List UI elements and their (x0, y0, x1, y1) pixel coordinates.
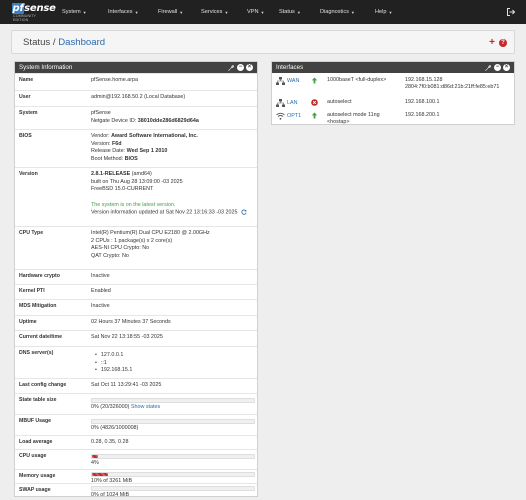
row-kernel-pti: Kernel PTI Enabled (15, 284, 257, 299)
caret-down-icon: ▼ (224, 9, 229, 15)
wrench-icon[interactable] (227, 64, 235, 72)
row-swap-usage: SWAP usage 0% of 1024 MiB (15, 483, 257, 498)
list-item: ::1 (91, 360, 255, 368)
row-current-datetime: Current date/time Sat Nov 22 13:18:55 -0… (15, 330, 257, 346)
wrench-icon[interactable] (484, 64, 492, 72)
row-mds-mitigation: MDS Mitigation Inactive (15, 299, 257, 315)
menu-services[interactable]: Services ▼ (201, 9, 247, 15)
interfaces-heading: Interfaces − × (272, 62, 514, 73)
show-states-link[interactable]: Show states (131, 404, 160, 410)
row-cpu-usage: CPU usage 4% (15, 449, 257, 469)
arrow-up-icon (311, 112, 318, 119)
close-icon[interactable]: × (246, 64, 253, 71)
row-last-config-change: Last config change Sat Oct 11 13:29:41 -… (15, 378, 257, 393)
row-user: User admin@192.168.50.2 (Local Database) (15, 90, 257, 106)
interface-row-lan: LAN autoselect 192.168.100.1 (272, 98, 514, 108)
row-state-table: State table size 0% (20/326000) Show sta… (15, 393, 257, 414)
row-load-average: Load average 0.28, 0.35, 0.28 (15, 435, 257, 449)
menu-interfaces[interactable]: Interfaces ▼ (108, 9, 158, 15)
row-cpu-type: CPU Type Intel(R) Pentium(R) Dual CPU E2… (15, 226, 257, 269)
times-circle-icon (311, 99, 318, 106)
interface-link-wan[interactable]: WAN (287, 78, 299, 84)
row-hardware-crypto: Hardware crypto Inactive (15, 269, 257, 284)
menu-system[interactable]: System ▼ (62, 9, 108, 15)
breadcrumb-dashboard-link[interactable]: Dashboard (58, 37, 105, 48)
row-mbuf-usage: MBUF Usage 0% (4826/1000008) (15, 414, 257, 435)
pfsense-logo[interactable]: pfsense COMMUNITY EDITION (12, 3, 56, 22)
close-icon[interactable]: × (503, 64, 510, 71)
version-status-text: The system is on the latest version. (91, 201, 176, 208)
interface-link-opt1[interactable]: OPT1 (287, 113, 301, 119)
menu-diagnostics[interactable]: Diagnostics ▼ (320, 9, 375, 15)
caret-down-icon: ▼ (82, 9, 87, 15)
add-widget-icon[interactable]: + (489, 38, 495, 48)
caret-down-icon: ▼ (260, 9, 265, 15)
top-navbar: pfsense COMMUNITY EDITION System ▼ Interf… (0, 0, 526, 24)
caret-down-icon: ▼ (134, 9, 139, 15)
list-item: 192.168.15.1 (91, 367, 255, 375)
row-system: System pfSense Netgate Device ID: 38010d… (15, 106, 257, 129)
menu-status[interactable]: Status ▼ (279, 9, 320, 15)
memory-usage-bar (91, 472, 255, 477)
row-memory-usage: Memory usage 10% of 3261 MiB (15, 469, 257, 484)
sign-out-icon[interactable] (506, 7, 516, 17)
caret-down-icon: ▼ (179, 9, 184, 15)
network-icon (276, 77, 285, 85)
collapse-icon[interactable]: − (237, 64, 244, 71)
interface-row-opt1: OPT1 autoselect mode 11ng <hostap> 192.1… (272, 111, 514, 127)
dns-server-list: 127.0.0.1 ::1 192.168.15.1 (91, 352, 255, 375)
wifi-icon (276, 112, 285, 120)
swap-usage-bar (91, 486, 255, 491)
row-bios: BIOS Vendor: Award Software Internationa… (15, 129, 257, 167)
arrow-up-icon (311, 77, 318, 84)
main-menu: System ▼ Interfaces ▼ Firewall ▼ Services ▼ … (62, 0, 405, 24)
collapse-icon[interactable]: − (494, 64, 501, 71)
network-icon (276, 99, 285, 107)
cpu-usage-bar (91, 454, 255, 459)
system-information-heading: System Information − × (15, 62, 257, 73)
help-icon[interactable]: ? (499, 39, 507, 47)
refresh-icon[interactable] (240, 209, 247, 216)
menu-firewall[interactable]: Firewall ▼ (158, 9, 201, 15)
row-uptime: Uptime 02 Hours 37 Minutes 37 Seconds (15, 315, 257, 330)
interfaces-panel: Interfaces − × WAN 1000baseT <full-duple… (271, 61, 515, 125)
system-information-panel: System Information − × Name pfSense.home… (14, 61, 258, 498)
page-header: Status / Dashboard + ? (11, 30, 515, 54)
caret-down-icon: ▼ (350, 9, 355, 15)
caret-down-icon: ▼ (296, 9, 301, 15)
interface-row-wan: WAN 1000baseT <full-duplex> 192.168.15.1… (272, 76, 514, 94)
state-table-bar (91, 398, 255, 403)
row-version: Version 2.8.1-RELEASE (amd64) built on T… (15, 167, 257, 226)
row-name: Name pfSense.home.arpa (15, 73, 257, 90)
menu-vpn[interactable]: VPN ▼ (247, 9, 279, 15)
menu-help[interactable]: Help ▼ (375, 9, 405, 15)
row-dns-servers: DNS server(s) 127.0.0.1 ::1 192.168.15.1 (15, 346, 257, 378)
breadcrumb: Status / Dashboard (23, 37, 106, 48)
mbuf-usage-bar (91, 419, 255, 424)
list-item: 127.0.0.1 (91, 352, 255, 360)
caret-down-icon: ▼ (388, 9, 393, 15)
interface-link-lan[interactable]: LAN (287, 100, 298, 106)
